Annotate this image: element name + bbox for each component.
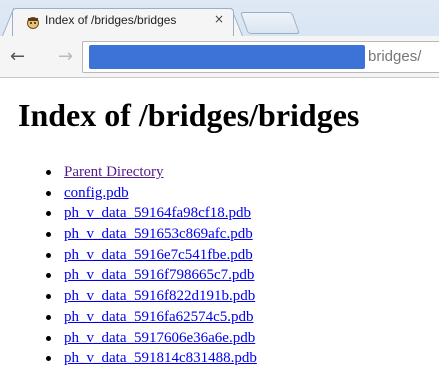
file-list-item: ph_v_data_5916f798665c7.pdb xyxy=(36,265,257,286)
file-list-item: ph_v_data_5917606e36a6e.pdb xyxy=(36,328,257,349)
file-link[interactable]: ph_v_data_5916e7c541fbe.pdb xyxy=(64,247,253,263)
bullet-icon xyxy=(46,294,51,300)
bullet-icon xyxy=(46,335,51,341)
bullet-icon xyxy=(46,252,51,258)
bullet-icon xyxy=(46,273,51,279)
file-link[interactable]: ph_v_data_5916f798665c7.pdb xyxy=(64,267,254,283)
bullet-icon xyxy=(46,356,51,362)
file-link[interactable]: ph_v_data_591653c869afc.pdb xyxy=(64,226,253,242)
file-list-item: ph_v_data_591814c831488.pdb xyxy=(36,348,257,369)
file-link[interactable]: ph_v_data_5916f822d191b.pdb xyxy=(64,288,255,304)
bullet-icon xyxy=(46,190,51,196)
url-redaction xyxy=(89,45,365,69)
page-title: Index of /bridges/bridges xyxy=(18,97,360,133)
browser-chrome: Index of /bridges/bridges × ← → bridges/ xyxy=(0,0,439,78)
file-list-item: ph_v_data_5916f822d191b.pdb xyxy=(36,286,257,307)
file-link[interactable]: ph_v_data_59164fa98cf18.pdb xyxy=(64,205,251,221)
bullet-icon xyxy=(46,314,51,320)
file-list-item: ph_v_data_5916e7c541fbe.pdb xyxy=(36,245,257,266)
favicon-icon xyxy=(27,17,39,29)
bullet-icon xyxy=(46,232,51,238)
file-list: Parent Directory config.pdb ph_v_data_5916… xyxy=(36,162,257,369)
url-text: bridges/ xyxy=(368,48,422,65)
forward-arrow-icon[interactable]: → xyxy=(58,46,73,67)
file-list-item: config.pdb xyxy=(36,183,257,204)
tab-title: Index of /bridges/bridges xyxy=(45,13,177,27)
bullet-icon xyxy=(46,170,51,175)
tab-close-icon[interactable]: × xyxy=(214,12,224,26)
back-arrow-icon[interactable]: ← xyxy=(10,46,25,67)
file-link[interactable]: ph_v_data_591814c831488.pdb xyxy=(64,350,257,366)
bullet-icon xyxy=(46,211,51,217)
file-link[interactable]: ph_v_data_5917606e36a6e.pdb xyxy=(64,330,255,346)
file-link[interactable]: config.pdb xyxy=(64,185,129,201)
file-list-item: ph_v_data_59164fa98cf18.pdb xyxy=(36,203,257,224)
tab-strip: Index of /bridges/bridges × xyxy=(0,0,439,36)
file-link[interactable]: ph_v_data_5916fa62574c5.pdb xyxy=(64,309,254,325)
address-bar[interactable]: bridges/ xyxy=(82,41,439,73)
parent-directory-link[interactable]: Parent Directory xyxy=(64,164,164,180)
file-list-item: ph_v_data_591653c869afc.pdb xyxy=(36,224,257,245)
file-list-item: ph_v_data_5916fa62574c5.pdb xyxy=(36,307,257,328)
toolbar: ← → bridges/ xyxy=(0,36,439,78)
new-tab-button[interactable] xyxy=(239,12,301,34)
parent-directory-item: Parent Directory xyxy=(36,162,257,183)
